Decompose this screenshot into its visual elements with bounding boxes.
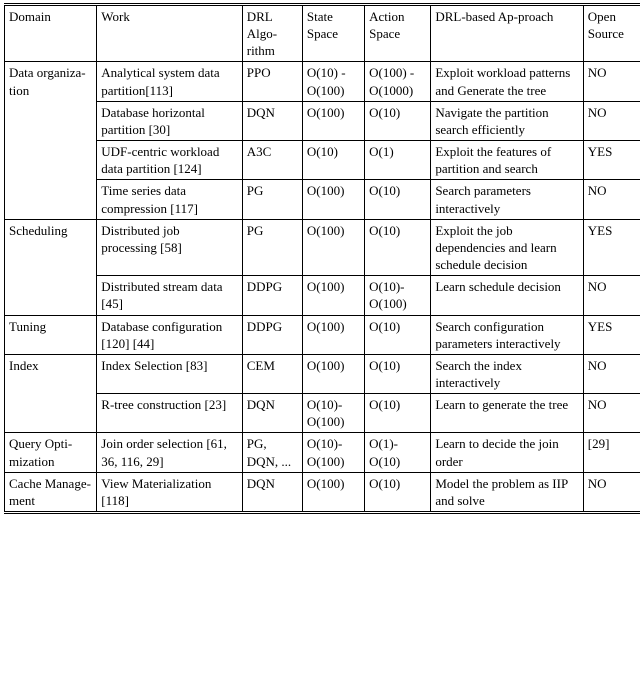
cell-open: NO — [582, 61, 640, 102]
cell-action: O(1) — [364, 140, 432, 181]
cell-open: NO — [582, 100, 640, 142]
cell-open: YES — [582, 314, 640, 355]
table-row: UDF-centric workload data partition [124… — [5, 140, 640, 181]
table-container: Domain Work DRL Algo-rithm State Space A… — [0, 0, 640, 687]
column-header-work: Work — [96, 3, 243, 63]
cell-open: [29] — [582, 432, 640, 473]
cell-action: O(10) — [364, 100, 432, 142]
header-row: Domain Work DRL Algo-rithm State Space A… — [3, 3, 640, 63]
cell-approach: Navigate the partition search efficientl… — [430, 100, 584, 142]
table-header: Domain Work DRL Algo-rithm State Space A… — [3, 3, 640, 63]
cell-work: R-tree construction [23] — [96, 393, 243, 434]
cell-open: NO — [582, 471, 640, 514]
table-row: Database horizontal partition [30] DQN O(1… — [5, 100, 640, 142]
cell-approach: Learn schedule decision — [430, 275, 584, 316]
cell-domain: Cache Manage-ment — [3, 471, 98, 514]
cell-approach: Search parameters interactively — [430, 179, 584, 220]
table-row: Time series data compression [117] PG O(10… — [5, 179, 640, 220]
column-header-algorithm: DRL Algo-rithm — [241, 3, 303, 63]
table-row: Scheduling Distributed job processing [58… — [3, 218, 640, 316]
cell-approach: Search the index interactively — [430, 353, 584, 395]
table-row: Cache Manage-ment View Materialization [1… — [3, 471, 640, 514]
cell-work: Index Selection [83] — [96, 353, 243, 395]
cell-approach: Learn to decide the join order — [430, 432, 584, 473]
cell-work: View Materialization [118] — [96, 471, 243, 514]
table-row: Tuning Database configuration [120] [44] D… — [3, 314, 640, 355]
cell-open: YES — [582, 218, 640, 277]
cell-domain: Scheduling — [3, 218, 98, 316]
cell-state: O(100) — [301, 353, 366, 395]
cell-algorithm: PG — [241, 179, 303, 220]
cell-work: Database horizontal partition [30] — [96, 100, 243, 142]
cell-open: NO — [582, 179, 640, 220]
cell-work: Join order selection [61, 36, 116, 29] — [96, 432, 243, 473]
cell-action: O(10) — [364, 179, 432, 220]
cell-action: O(10) — [364, 218, 432, 277]
cell-action: O(10) — [364, 471, 432, 514]
table-row: Query Opti-mization Join order selection … — [3, 432, 640, 473]
table-body: Data organiza-tion Analytical system data… — [3, 61, 640, 514]
cell-state: O(100) — [301, 218, 366, 277]
cell-algorithm: DQN — [241, 100, 303, 142]
cell-action: O(10) — [364, 314, 432, 355]
cell-algorithm: PG, DQN, ... — [241, 432, 303, 473]
drl-database-survey-table: Domain Work DRL Algo-rithm State Space A… — [3, 3, 640, 515]
cell-action: O(10)-O(100) — [364, 275, 432, 316]
cell-algorithm: PPO — [241, 61, 303, 102]
cell-algorithm: DQN — [241, 393, 303, 434]
cell-work: Time series data compression [117] — [96, 179, 243, 220]
cell-work: Distributed job processing [58] — [96, 218, 243, 277]
cell-domain: Tuning — [3, 314, 98, 355]
cell-algorithm: CEM — [241, 353, 303, 395]
cell-domain: Data organiza-tion — [3, 61, 98, 220]
cell-approach: Exploit workload patterns and Generate t… — [430, 61, 584, 102]
cell-state: O(100) — [301, 471, 366, 514]
cell-state: O(10) — [301, 140, 366, 181]
cell-algorithm: PG — [241, 218, 303, 277]
cell-algorithm: DDPG — [241, 275, 303, 316]
cell-approach: Exploit the features of partition and se… — [430, 140, 584, 181]
cell-work: UDF-centric workload data partition [124… — [96, 140, 243, 181]
cell-domain: Query Opti-mization — [3, 432, 98, 473]
cell-open: NO — [582, 393, 640, 434]
cell-work: Database configuration [120] [44] — [96, 314, 243, 355]
cell-open: YES — [582, 140, 640, 181]
cell-open: NO — [582, 275, 640, 316]
cell-work: Analytical system data partition[113] — [96, 61, 243, 102]
cell-approach: Exploit the job dependencies and learn s… — [430, 218, 584, 277]
cell-work: Distributed stream data [45] — [96, 275, 243, 316]
cell-state: O(10) - O(100) — [301, 61, 366, 102]
cell-state: O(100) — [301, 314, 366, 355]
column-header-approach: DRL-based Ap-proach — [430, 3, 584, 63]
cell-approach: Search configuration parameters interact… — [430, 314, 584, 355]
table-row: Index Index Selection [83] CEM O(100) O(10) S… — [3, 353, 640, 434]
cell-domain: Index — [3, 353, 98, 434]
table-row: R-tree construction [23] DQN O(10)-O(100) O… — [5, 393, 640, 434]
cell-action: O(10) — [364, 393, 432, 434]
cell-algorithm: A3C — [241, 140, 303, 181]
table-row: Data organiza-tion Analytical system data… — [3, 61, 640, 220]
cell-state: O(100) — [301, 100, 366, 142]
cell-state: O(10)-O(100) — [301, 432, 366, 473]
cell-action: O(100) - O(1000) — [364, 61, 432, 102]
column-header-action: Action Space — [364, 3, 432, 63]
cell-state: O(100) — [301, 179, 366, 220]
column-header-state: State Space — [301, 3, 366, 63]
cell-algorithm: DQN — [241, 471, 303, 514]
cell-action: O(1)-O(10) — [364, 432, 432, 473]
cell-action: O(10) — [364, 353, 432, 395]
cell-approach: Learn to generate the tree — [430, 393, 584, 434]
table-row: Distributed stream data [45] DDPG O(100) O(… — [5, 275, 640, 316]
cell-state: O(10)-O(100) — [301, 393, 366, 434]
column-header-open: Open Source — [582, 3, 640, 63]
cell-approach: Model the problem as IIP and solve — [430, 471, 584, 514]
cell-algorithm: DDPG — [241, 314, 303, 355]
cell-state: O(100) — [301, 275, 366, 316]
column-header-domain: Domain — [3, 3, 98, 63]
cell-open: NO — [582, 353, 640, 395]
